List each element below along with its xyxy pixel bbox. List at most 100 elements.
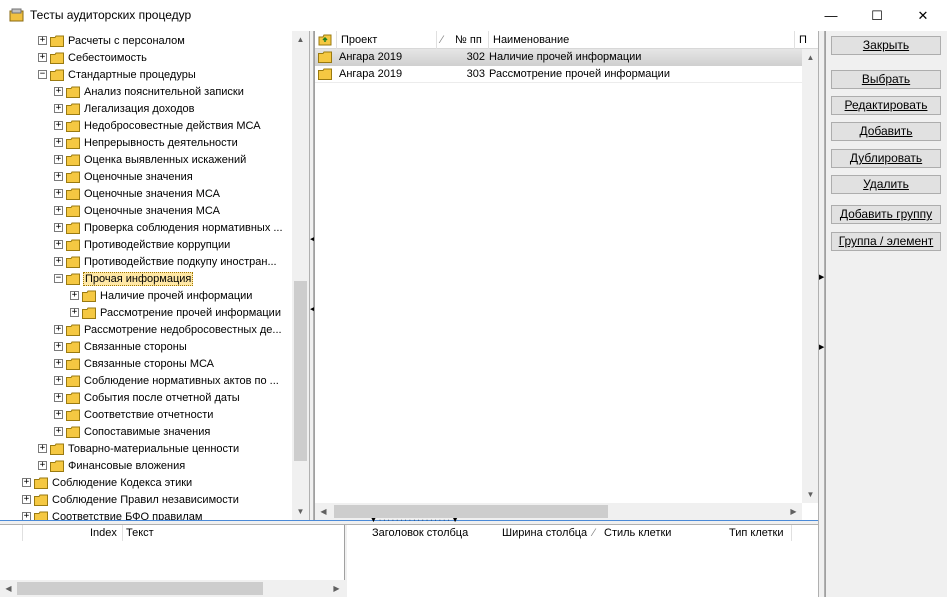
tree-node[interactable]: − Прочая информация <box>54 270 194 287</box>
folder-open-icon <box>66 273 80 285</box>
tree-node[interactable]: + Рассмотрение прочей информации <box>70 304 282 321</box>
tree-node[interactable]: + Соответствие БФО правилам <box>22 508 203 520</box>
title-bar: Тесты аудиторских процедур — ☐ ✕ <box>0 0 947 31</box>
column-header-extra[interactable]: П <box>795 31 818 49</box>
records-grid: Проект ⁄ № пп Наименование П Ангара 2019… <box>314 31 818 520</box>
tree-node[interactable]: + Соблюдение Правил независимости <box>22 491 240 508</box>
collapse-icon[interactable]: − <box>54 274 63 283</box>
tree-node[interactable]: + Непрерывность деятельности <box>54 134 239 151</box>
expand-icon[interactable]: + <box>22 512 31 520</box>
expand-icon[interactable]: + <box>22 495 31 504</box>
tree-node[interactable]: + Оценочные значения МСА <box>54 202 221 219</box>
expand-icon[interactable]: + <box>54 87 63 96</box>
expand-icon[interactable]: + <box>54 223 63 232</box>
table-row[interactable]: Ангара 2019 303 Рассмотрение прочей инфо… <box>315 66 818 83</box>
tree-node[interactable]: + События после отчетной даты <box>54 389 241 406</box>
tree-node[interactable]: + Проверка соблюдения нормативных ... <box>54 219 284 236</box>
tree-node[interactable]: + Наличие прочей информации <box>70 287 253 304</box>
expand-icon[interactable]: + <box>38 36 47 45</box>
scroll-up-arrow-icon[interactable]: ▲ <box>292 31 309 48</box>
maximize-button[interactable]: ☐ <box>854 0 900 31</box>
expand-icon[interactable]: + <box>54 359 63 368</box>
tree-node[interactable]: + Рассмотрение недобросовестных де... <box>54 321 283 338</box>
column-header-project[interactable]: Проект <box>337 31 437 49</box>
close-window-button[interactable]: ✕ <box>900 0 946 31</box>
edit-button[interactable]: Редактировать <box>831 96 941 115</box>
expand-icon[interactable]: + <box>22 478 31 487</box>
expand-icon[interactable]: + <box>54 240 63 249</box>
expand-icon[interactable]: + <box>54 376 63 385</box>
tree-node[interactable]: + Расчеты с персоналом <box>38 32 186 49</box>
right-splitter[interactable]: ▶ ▶ <box>818 31 825 597</box>
column-header-cell-style[interactable]: Стиль клетки <box>604 527 671 539</box>
select-button[interactable]: Выбрать <box>831 70 941 89</box>
tree-node[interactable]: + Сопоставимые значения <box>54 423 211 440</box>
expand-icon[interactable]: + <box>38 53 47 62</box>
column-header-col-width[interactable]: Ширина столбца <box>502 527 587 539</box>
expand-icon[interactable]: + <box>54 206 63 215</box>
expand-icon[interactable]: + <box>54 342 63 351</box>
tree-node[interactable]: + Финансовые вложения <box>38 457 186 474</box>
tree-node[interactable]: + Товарно-материальные ценности <box>38 440 240 457</box>
tree-node[interactable]: + Связанные стороны <box>54 338 188 355</box>
collapse-icon[interactable]: − <box>38 70 47 79</box>
delete-button[interactable]: Удалить <box>831 175 941 194</box>
column-header-name[interactable]: Наименование <box>489 31 795 49</box>
scroll-down-arrow-icon[interactable]: ▼ <box>292 503 309 520</box>
close-button[interactable]: Закрыть <box>831 36 941 55</box>
expand-icon[interactable]: + <box>54 155 63 164</box>
tree-node[interactable]: + Недобросовестные действия МСА <box>54 117 262 134</box>
scroll-left-arrow-icon[interactable]: ◀ <box>315 503 332 520</box>
column-header-col-title[interactable]: Заголовок столбца <box>372 527 468 539</box>
scroll-down-arrow-icon[interactable]: ▼ <box>802 486 818 503</box>
tree-node[interactable]: + Противодействие подкупу иностран... <box>54 253 278 270</box>
expand-icon[interactable]: + <box>54 172 63 181</box>
expand-icon[interactable]: + <box>54 393 63 402</box>
tree-vertical-scrollbar[interactable]: ▲ ▼ <box>292 31 309 520</box>
tree-node[interactable]: − Стандартные процедуры <box>38 66 197 83</box>
tree-node[interactable]: + Противодействие коррупции <box>54 236 231 253</box>
expand-icon[interactable]: + <box>54 325 63 334</box>
expand-icon[interactable]: + <box>54 189 63 198</box>
minimize-button[interactable]: — <box>808 0 854 31</box>
tree-node[interactable]: + Оценка выявленных искажений <box>54 151 247 168</box>
tree-node[interactable]: + Связанные стороны МСА <box>54 355 215 372</box>
scroll-left-arrow-icon[interactable]: ◀ <box>0 580 17 597</box>
column-header-index[interactable]: Index <box>90 527 117 539</box>
group-element-button[interactable]: Группа / элемент <box>831 232 941 251</box>
tree-node[interactable]: + Анализ пояснительной записки <box>54 83 245 100</box>
tree-node[interactable]: + Соответствие отчетности <box>54 406 214 423</box>
tree-node[interactable]: + Себестоимость <box>38 49 148 66</box>
expand-icon[interactable]: + <box>54 427 63 436</box>
expand-icon[interactable]: + <box>38 444 47 453</box>
expand-icon[interactable]: + <box>54 410 63 419</box>
tree-node[interactable]: + Легализация доходов <box>54 100 195 117</box>
scroll-thumb[interactable] <box>294 281 307 461</box>
column-header-number[interactable]: № пп <box>451 31 489 49</box>
expand-icon[interactable]: + <box>54 104 63 113</box>
duplicate-button[interactable]: Дублировать <box>831 149 941 168</box>
expand-icon[interactable]: + <box>54 121 63 130</box>
add-group-button[interactable]: Добавить группу <box>831 205 941 224</box>
grid-corner-icon[interactable] <box>315 31 337 49</box>
table-row[interactable]: Ангара 2019 302 Наличие прочей информаци… <box>315 49 818 66</box>
column-header-text[interactable]: Текст <box>126 527 154 539</box>
tree-node[interactable]: + Оценочные значения МСА <box>54 185 221 202</box>
expand-icon[interactable]: + <box>54 138 63 147</box>
scroll-right-arrow-icon[interactable]: ▶ <box>785 503 802 520</box>
scroll-right-arrow-icon[interactable]: ▶ <box>328 580 345 597</box>
grid-vertical-scrollbar[interactable]: ▲ ▼ <box>802 49 818 503</box>
tree-node[interactable]: + Соблюдение Кодекса этики <box>22 474 193 491</box>
tree-node-label: Стандартные процедуры <box>68 68 196 81</box>
column-header-cell-type[interactable]: Тип клетки <box>729 527 784 539</box>
scroll-thumb[interactable] <box>17 582 263 595</box>
expand-icon[interactable]: + <box>38 461 47 470</box>
expand-icon[interactable]: + <box>70 291 79 300</box>
tree-node[interactable]: + Оценочные значения <box>54 168 194 185</box>
tree-node[interactable]: + Соблюдение нормативных актов по ... <box>54 372 280 389</box>
scroll-up-arrow-icon[interactable]: ▲ <box>802 49 818 66</box>
expand-icon[interactable]: + <box>54 257 63 266</box>
add-button[interactable]: Добавить <box>831 122 941 141</box>
expand-icon[interactable]: + <box>70 308 79 317</box>
texts-horizontal-scrollbar[interactable]: ◀ ▶ <box>0 580 345 597</box>
